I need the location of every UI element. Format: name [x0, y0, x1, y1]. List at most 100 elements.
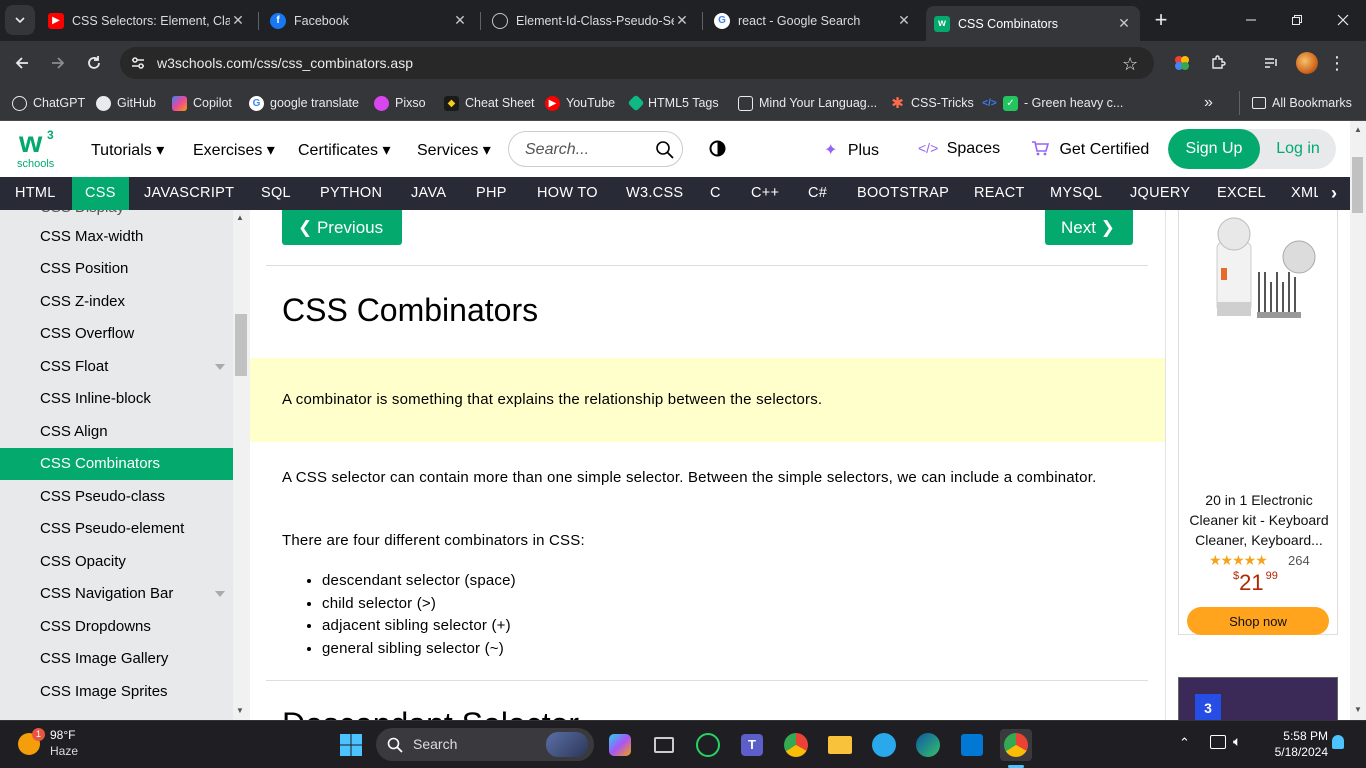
tab-react-google[interactable]: G react - Google Search ✕: [706, 6, 920, 35]
media-controls-icon[interactable]: [1256, 48, 1286, 78]
sidebar-item-dropdowns[interactable]: CSS Dropdowns: [0, 611, 233, 643]
next-button[interactable]: Next ❯: [1045, 210, 1133, 245]
subject-php[interactable]: PHP: [460, 177, 523, 210]
tab-element-id-class[interactable]: Element-Id-Class-Pseudo-Se ✕: [484, 6, 698, 35]
subject-python[interactable]: PYTHON: [304, 177, 398, 210]
close-window-icon[interactable]: [1320, 0, 1366, 40]
tab-css-selectors[interactable]: ▶ CSS Selectors: Element, Class ✕: [40, 6, 254, 35]
extensions-puzzle-icon[interactable]: [1203, 48, 1233, 78]
sign-up-button[interactable]: Sign Up: [1168, 129, 1260, 169]
w3schools-logo[interactable]: w 3 schools: [17, 128, 59, 171]
sidebar-item-overflow[interactable]: CSS Overflow: [0, 318, 233, 350]
close-tab-icon[interactable]: ✕: [230, 12, 246, 29]
subject-html[interactable]: HTML: [0, 177, 71, 210]
sidebar-scroll-thumb[interactable]: [235, 314, 247, 376]
bookmark-mind-your-language[interactable]: Mind Your Languag...: [738, 93, 877, 113]
search-input[interactable]: Search...: [508, 131, 683, 167]
notification-bell-icon[interactable]: [1332, 735, 1344, 749]
teams-icon[interactable]: T: [736, 729, 768, 761]
subject-c[interactable]: C: [694, 177, 737, 210]
copilot-taskbar-icon[interactable]: [604, 729, 636, 761]
new-tab-icon[interactable]: +: [1146, 5, 1176, 35]
bookmark-html5-tags[interactable]: HTML5 Tags: [627, 93, 719, 113]
search-icon[interactable]: [655, 140, 675, 160]
sidebar-item-image-gallery[interactable]: CSS Image Gallery: [0, 643, 233, 675]
restore-icon[interactable]: [1274, 0, 1320, 40]
subject-scroll-right-icon[interactable]: ›: [1318, 177, 1350, 210]
product-ad[interactable]: 20 in 1 Electronic Cleaner kit - Keyboar…: [1178, 210, 1338, 635]
sidebar-item-opacity[interactable]: CSS Opacity: [0, 546, 233, 578]
subject-csharp[interactable]: C#: [792, 177, 843, 210]
sidebar-item-float[interactable]: CSS Float: [0, 351, 233, 383]
vscode-icon[interactable]: [956, 729, 988, 761]
file-explorer-icon[interactable]: [824, 729, 856, 761]
sidebar-item-pseudo-element[interactable]: CSS Pseudo-element: [0, 513, 233, 545]
spaces-link[interactable]: </> Spaces: [918, 140, 1000, 158]
subject-cpp[interactable]: C++: [735, 177, 795, 210]
chrome-menu-icon[interactable]: ⋮: [1322, 48, 1352, 78]
start-button[interactable]: [335, 729, 367, 761]
bookmark-chatgpt[interactable]: ChatGPT: [12, 93, 85, 113]
subject-react[interactable]: REACT: [958, 177, 1041, 210]
chrome-taskbar-icon[interactable]: [780, 729, 812, 761]
chrome-profile-taskbar-icon[interactable]: [1000, 729, 1032, 761]
taskbar-search[interactable]: Search: [376, 728, 594, 761]
tab-css-combinators[interactable]: w CSS Combinators ✕: [926, 6, 1140, 41]
bookmark-cheat-sheet[interactable]: ◆ Cheat Sheet: [444, 93, 535, 113]
bookmark-green-heavy[interactable]: </> ✓ - Green heavy c...: [982, 93, 1123, 113]
previous-button[interactable]: ❮ Previous: [282, 210, 402, 245]
site-info-icon[interactable]: [130, 55, 146, 76]
css-ad-banner[interactable]: 3: [1178, 677, 1338, 722]
page-scroll-thumb[interactable]: [1352, 157, 1363, 213]
whatsapp-icon[interactable]: [692, 729, 724, 761]
reload-icon[interactable]: [79, 48, 109, 78]
telegram-icon[interactable]: [868, 729, 900, 761]
network-icon[interactable]: [1210, 735, 1226, 749]
close-tab-icon[interactable]: ✕: [674, 12, 690, 29]
bookmark-star-icon[interactable]: ☆: [1122, 54, 1138, 75]
sidebar-item-combinators[interactable]: CSS Combinators: [0, 448, 233, 480]
shop-now-button[interactable]: Shop now: [1187, 607, 1329, 635]
show-hidden-icons[interactable]: ⌃: [1179, 735, 1190, 751]
sidebar-item-image-sprites[interactable]: CSS Image Sprites: [0, 676, 233, 708]
subject-excel[interactable]: EXCEL: [1201, 177, 1282, 210]
tab-facebook[interactable]: f Facebook ✕: [262, 6, 476, 35]
minimize-icon[interactable]: [1228, 0, 1274, 40]
expand-caret-icon[interactable]: [215, 364, 225, 370]
bookmark-pixso[interactable]: Pixso: [374, 93, 426, 113]
subject-javascript[interactable]: JAVASCRIPT: [128, 177, 250, 210]
volume-icon[interactable]: 🔈︎: [1233, 733, 1241, 750]
bookmark-copilot[interactable]: Copilot: [172, 93, 232, 113]
subject-java[interactable]: JAVA: [395, 177, 462, 210]
forward-icon[interactable]: [43, 48, 73, 78]
task-view-icon[interactable]: [648, 729, 680, 761]
menu-services[interactable]: Services ▾: [417, 140, 491, 160]
bookmark-youtube[interactable]: ▶ YouTube: [545, 93, 615, 113]
sidebar-item-align[interactable]: CSS Align: [0, 416, 233, 448]
dark-mode-toggle-icon[interactable]: [709, 140, 726, 157]
expand-caret-icon[interactable]: [215, 591, 225, 597]
subject-mysql[interactable]: MYSQL: [1034, 177, 1118, 210]
subject-w3css[interactable]: W3.CSS: [610, 177, 699, 210]
edge-icon[interactable]: [912, 729, 944, 761]
subject-jquery[interactable]: JQUERY: [1114, 177, 1206, 210]
menu-exercises[interactable]: Exercises ▾: [193, 140, 275, 160]
close-tab-icon[interactable]: ✕: [452, 12, 468, 29]
get-certified-link[interactable]: Get Certified: [1031, 140, 1149, 159]
sidebar-scrollbar[interactable]: ▲ ▼: [233, 210, 250, 720]
sidebar-item-position[interactable]: CSS Position: [0, 253, 233, 285]
bookmark-css-tricks[interactable]: ✱ CSS-Tricks: [890, 93, 974, 113]
page-scrollbar[interactable]: ▲ ▼: [1350, 121, 1366, 720]
close-tab-icon[interactable]: ✕: [1116, 15, 1132, 32]
product-title[interactable]: 20 in 1 Electronic Cleaner kit - Keyboar…: [1183, 490, 1335, 550]
subject-sql[interactable]: SQL: [245, 177, 307, 210]
subject-how-to[interactable]: HOW TO: [521, 177, 614, 210]
close-tab-icon[interactable]: ✕: [896, 12, 912, 29]
sidebar-item-inline-block[interactable]: CSS Inline-block: [0, 383, 233, 415]
bookmark-github[interactable]: GitHub: [96, 93, 156, 113]
extension-color-icon[interactable]: [1167, 48, 1197, 78]
sidebar-item-max-width[interactable]: CSS Max-width: [0, 221, 233, 253]
back-icon[interactable]: [7, 48, 37, 78]
sidebar-item-pseudo-class[interactable]: CSS Pseudo-class: [0, 481, 233, 513]
bookmarks-overflow-icon[interactable]: »: [1204, 93, 1213, 113]
